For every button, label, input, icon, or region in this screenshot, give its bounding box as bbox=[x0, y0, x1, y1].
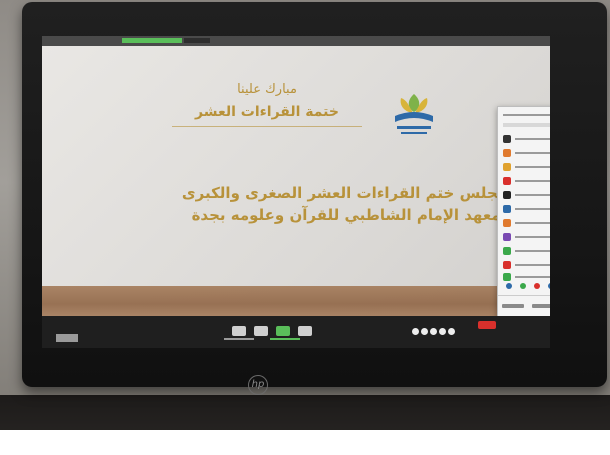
participant-row[interactable] bbox=[503, 191, 550, 200]
participant-row[interactable] bbox=[503, 261, 550, 270]
reaction-icon[interactable] bbox=[548, 283, 550, 289]
participant-row[interactable] bbox=[503, 219, 550, 228]
participant-row[interactable] bbox=[503, 233, 550, 242]
invite-button[interactable] bbox=[502, 304, 524, 308]
participant-row[interactable] bbox=[503, 135, 550, 144]
panel-footer bbox=[498, 295, 550, 316]
toolbar-label bbox=[224, 338, 254, 340]
slide-body-line2: بمعهد الإمام الشاطبي للقرآن وعلومه بجدة bbox=[191, 206, 507, 224]
slide-title-line1: مبارك علينا bbox=[237, 82, 297, 97]
panel-header bbox=[503, 111, 550, 120]
security-icon[interactable] bbox=[56, 334, 78, 342]
mute-all-button[interactable] bbox=[532, 304, 550, 308]
slide-divider bbox=[172, 126, 362, 127]
view-options-button[interactable] bbox=[184, 38, 210, 43]
end-meeting-button[interactable] bbox=[478, 321, 496, 329]
hp-logo-icon: hp bbox=[248, 375, 268, 395]
shared-slide: مبارك علينا ختمة القراءات العشر مجلس ختم… bbox=[42, 46, 550, 326]
institute-emblem-icon bbox=[395, 94, 433, 134]
participant-row[interactable] bbox=[503, 247, 550, 256]
photo-border bbox=[0, 430, 610, 455]
participant-row[interactable] bbox=[503, 177, 550, 186]
slide-body-line1: مجلس ختم القراءات العشر الصغرى والكبرى bbox=[181, 184, 507, 202]
reaction-dots[interactable] bbox=[412, 320, 457, 339]
chat-icon[interactable] bbox=[254, 326, 268, 336]
participants-panel[interactable] bbox=[497, 106, 550, 318]
reaction-icon[interactable] bbox=[520, 283, 526, 289]
zoom-toolbar bbox=[42, 316, 550, 348]
slide-title-line2: ختمة القراءات العشر bbox=[194, 104, 339, 120]
reaction-icon[interactable] bbox=[534, 283, 540, 289]
participants-icon[interactable] bbox=[232, 326, 246, 336]
record-icon[interactable] bbox=[298, 326, 312, 336]
participant-row[interactable] bbox=[503, 205, 550, 214]
toolbar-label bbox=[270, 338, 300, 340]
panel-search[interactable] bbox=[503, 121, 550, 130]
participant-row[interactable] bbox=[503, 273, 550, 282]
participant-row[interactable] bbox=[503, 149, 550, 158]
zoom-top-bar bbox=[42, 36, 550, 46]
share-screen-icon[interactable] bbox=[276, 326, 290, 336]
monitor-screen: مبارك علينا ختمة القراءات العشر مجلس ختم… bbox=[42, 36, 550, 348]
participant-row[interactable] bbox=[503, 163, 550, 172]
reaction-icon[interactable] bbox=[506, 283, 512, 289]
recording-indicator bbox=[122, 38, 182, 43]
